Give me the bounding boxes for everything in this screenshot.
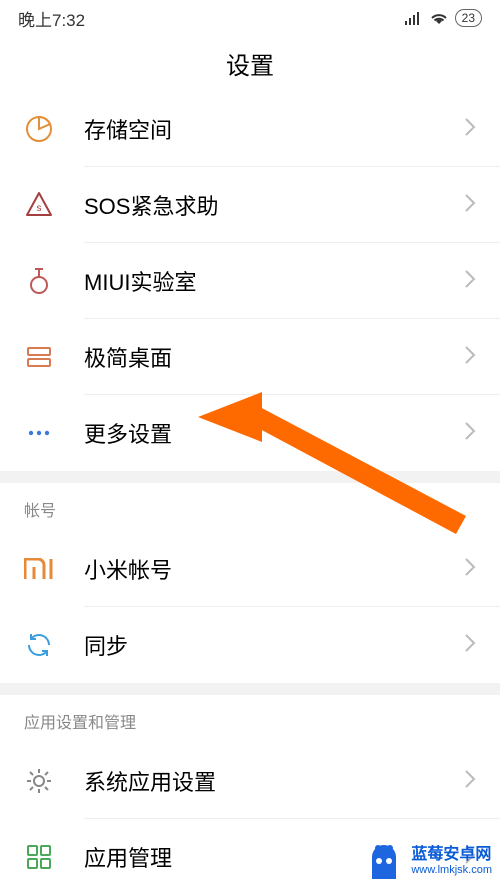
sos-icon: s (24, 190, 54, 220)
chevron-right-icon (464, 269, 476, 294)
section-divider (0, 471, 500, 483)
row-more-settings[interactable]: 更多设置 (0, 395, 500, 471)
chevron-right-icon (464, 769, 476, 794)
chevron-right-icon (464, 345, 476, 370)
status-time: 晚上7:32 (18, 6, 85, 31)
status-bar: 晚上7:32 23 (0, 0, 500, 36)
chevron-right-icon (464, 117, 476, 142)
row-sos[interactable]: s SOS紧急求助 (0, 167, 500, 243)
row-label: 应用管理 (84, 841, 464, 873)
row-storage[interactable]: 存储空间 (0, 91, 500, 167)
row-label: 存储空间 (84, 113, 464, 145)
row-sys-app-settings[interactable]: 系统应用设置 (0, 743, 500, 819)
row-label: MIUI实验室 (84, 265, 464, 297)
storage-icon (24, 114, 54, 144)
chevron-right-icon (464, 557, 476, 582)
svg-text:s: s (37, 203, 42, 214)
row-mi-account[interactable]: 小米帐号 (0, 531, 500, 607)
settings-list: 存储空间 s SOS紧急求助 (0, 91, 500, 889)
chevron-right-icon (464, 633, 476, 658)
sync-icon (24, 630, 54, 660)
grid-icon (24, 842, 54, 872)
chevron-right-icon (464, 845, 476, 870)
more-icon (24, 418, 54, 448)
row-app-manage[interactable]: 应用管理 (0, 819, 500, 889)
row-miui-lab[interactable]: MIUI实验室 (0, 243, 500, 319)
section-header-account: 帐号 (0, 483, 500, 531)
section-header-apps: 应用设置和管理 (0, 695, 500, 743)
chevron-right-icon (464, 193, 476, 218)
battery-icon: 23 (455, 9, 482, 27)
mi-logo-icon (24, 554, 54, 584)
row-sync[interactable]: 同步 (0, 607, 500, 683)
row-label: SOS紧急求助 (84, 189, 464, 221)
row-label: 系统应用设置 (84, 765, 464, 797)
status-tray: 23 (405, 9, 482, 27)
row-label: 极简桌面 (84, 341, 464, 373)
layout-icon (24, 342, 54, 372)
row-label: 更多设置 (84, 417, 464, 449)
page-title: 设置 (0, 36, 500, 91)
flask-icon (24, 266, 54, 296)
signal-icon (405, 11, 423, 25)
row-label: 同步 (84, 629, 464, 661)
gear-icon (24, 766, 54, 796)
row-label: 小米帐号 (84, 553, 464, 585)
wifi-icon (429, 11, 449, 25)
chevron-right-icon (464, 421, 476, 446)
row-simple-home[interactable]: 极简桌面 (0, 319, 500, 395)
section-divider (0, 683, 500, 695)
